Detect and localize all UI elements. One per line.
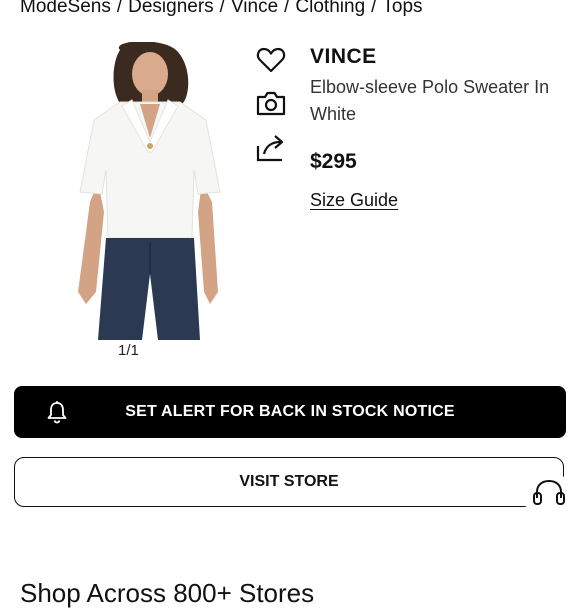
bell-icon: [46, 400, 68, 424]
heart-icon[interactable]: [255, 44, 287, 76]
product-info: VINCE Elbow-sleeve Polo Sweater In White: [310, 44, 570, 128]
product-image[interactable]: [70, 42, 230, 340]
breadcrumb-item-vince[interactable]: Vince: [231, 0, 278, 18]
breadcrumb: ModeSens / Designers / Vince / Clothing …: [20, 0, 423, 18]
product-price: $295: [310, 150, 357, 173]
breadcrumb-item-designers[interactable]: Designers: [128, 0, 214, 18]
visit-store-label: VISIT STORE: [239, 473, 339, 490]
image-counter: 1/1: [118, 342, 139, 359]
visit-store-button[interactable]: VISIT STORE: [14, 457, 564, 507]
headset-icon: [532, 478, 566, 513]
brand-name[interactable]: VINCE: [310, 44, 570, 70]
breadcrumb-item-tops[interactable]: Tops: [382, 0, 422, 18]
breadcrumb-separator: /: [371, 0, 377, 17]
support-chat-button[interactable]: [524, 472, 574, 522]
product-name: Elbow-sleeve Polo Sweater In White: [310, 77, 550, 124]
breadcrumb-separator: /: [284, 0, 290, 17]
breadcrumb-item-clothing[interactable]: Clothing: [295, 0, 365, 18]
breadcrumb-separator: /: [116, 0, 123, 17]
size-guide-link[interactable]: Size Guide: [310, 190, 398, 211]
set-alert-label: SET ALERT FOR BACK IN STOCK NOTICE: [125, 403, 455, 420]
set-alert-button[interactable]: SET ALERT FOR BACK IN STOCK NOTICE: [14, 386, 566, 438]
breadcrumb-separator: /: [219, 0, 225, 17]
section-title: Shop Across 800+ Stores: [20, 577, 315, 608]
share-icon[interactable]: [255, 132, 287, 164]
camera-icon[interactable]: [255, 87, 287, 119]
breadcrumb-item-modesens[interactable]: ModeSens: [20, 0, 111, 18]
